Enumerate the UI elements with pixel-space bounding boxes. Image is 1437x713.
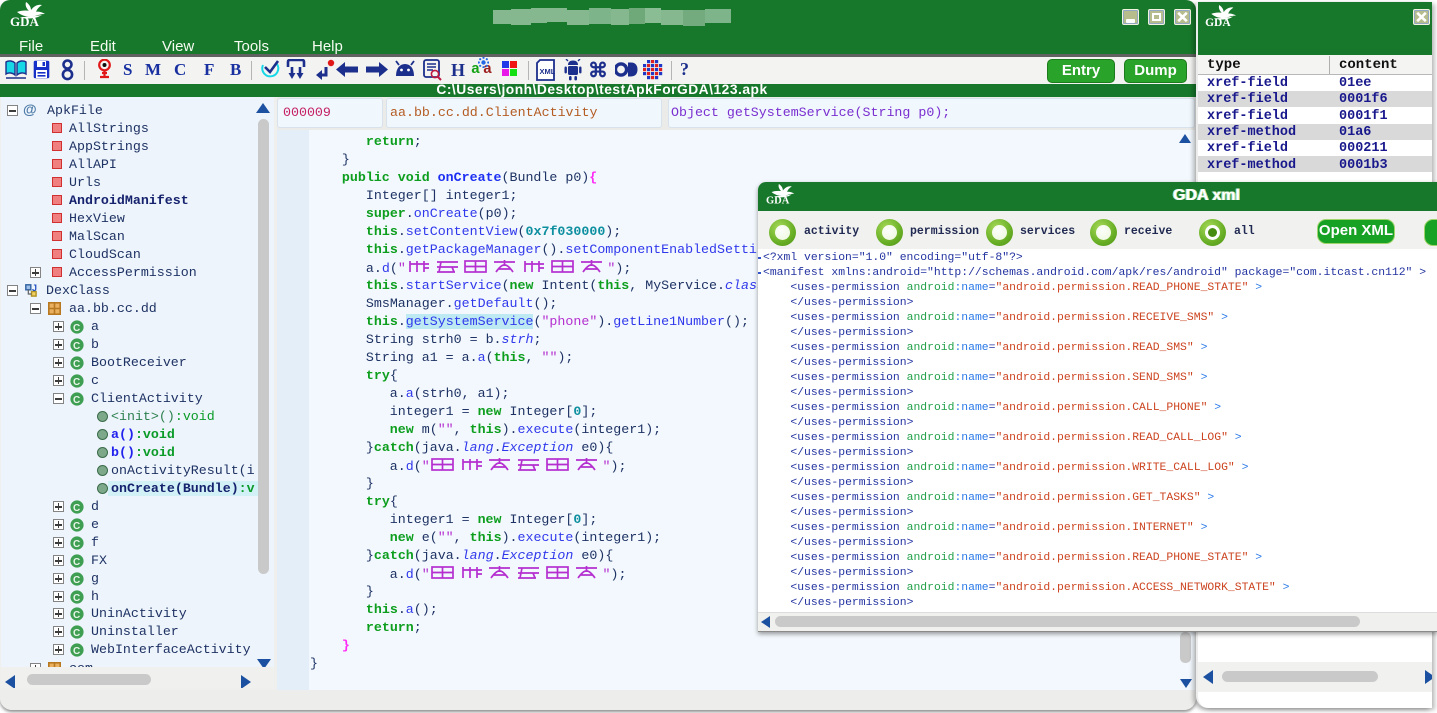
- svg-text:GDA: GDA: [1205, 17, 1231, 28]
- svg-text:C: C: [73, 395, 80, 406]
- svg-text:C: C: [73, 521, 80, 532]
- svg-text:C: C: [73, 593, 80, 604]
- svg-text:C: C: [73, 323, 80, 334]
- svg-text:C: C: [73, 503, 80, 514]
- svg-text:C: C: [73, 628, 80, 639]
- svg-text:XML: XML: [540, 67, 556, 76]
- svg-text:C: C: [73, 610, 80, 621]
- svg-text:C: C: [73, 646, 80, 657]
- svg-text:C: C: [73, 539, 80, 550]
- svg-text:GDA: GDA: [766, 195, 790, 205]
- svg-text:C: C: [73, 575, 80, 586]
- svg-text:C: C: [73, 557, 80, 568]
- svg-text:C: C: [73, 377, 80, 388]
- svg-text:J: J: [32, 284, 37, 293]
- svg-text:GDA: GDA: [10, 14, 40, 28]
- svg-text:C: C: [73, 359, 80, 370]
- svg-text:C: C: [73, 341, 80, 352]
